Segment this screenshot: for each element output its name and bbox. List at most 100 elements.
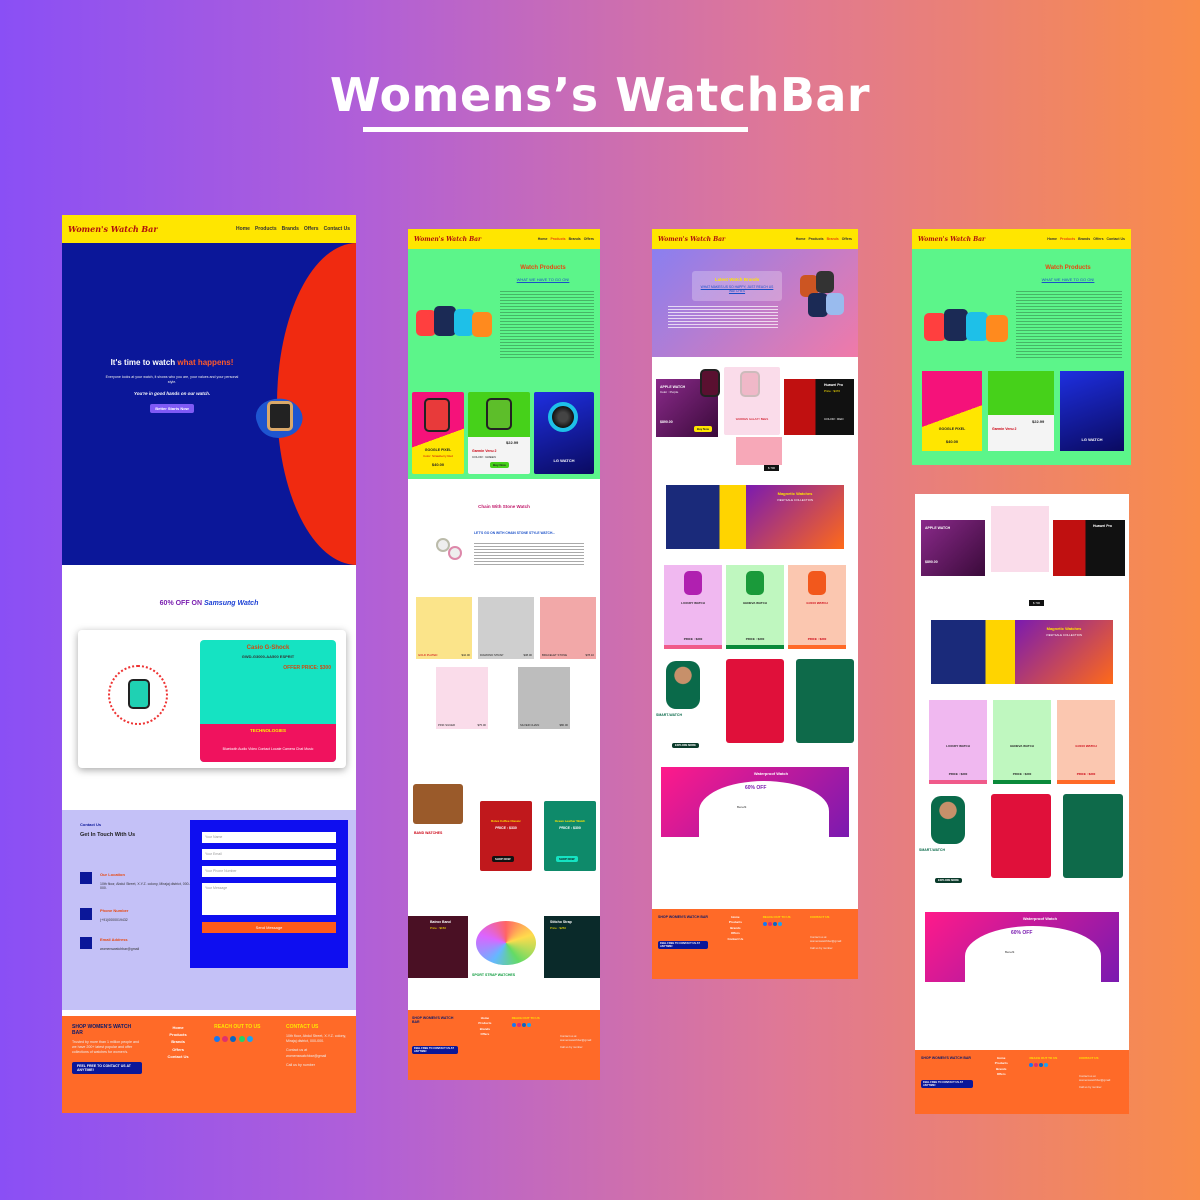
footer-link-offers[interactable]: Offers	[168, 1046, 189, 1053]
smart-card-red[interactable]	[726, 659, 784, 743]
footer-shop-body: Trusted by more than 1 million people an…	[72, 1040, 139, 1055]
product-card-google[interactable]: GOOGLE PIXEL Color: Strawberry Red $40.0…	[412, 392, 464, 474]
linkedin-icon[interactable]	[1039, 1063, 1044, 1067]
product-card-lg[interactable]: LG WATCH	[1060, 371, 1124, 451]
contact-form: Your Name Your Email Your Phone Number Y…	[190, 820, 348, 968]
nav-contact[interactable]: Contact Us	[324, 226, 350, 232]
chain-item-bracelet[interactable]: BRACELET STONE $78.10	[540, 597, 596, 659]
instagram-icon[interactable]	[767, 922, 772, 926]
phone-label: Phone Number	[100, 908, 129, 913]
hero-watch-image	[247, 383, 308, 453]
instagram-icon[interactable]	[516, 1023, 521, 1027]
ocean-card[interactable]: Ocean Leather Watch PRICE : $300 SHOP NO…	[544, 801, 596, 871]
offer-card-title: Casio G-Shock	[246, 645, 290, 651]
linkedin-icon[interactable]	[521, 1023, 526, 1027]
product-card-garmin[interactable]: Garmin Venu 2 $22.99	[988, 371, 1054, 451]
twitter-icon[interactable]	[246, 1036, 253, 1042]
footer-cta[interactable]: FEEL FREE TO CONTACT US AT ANYTIME!	[658, 941, 708, 949]
band-section: BAND WATCHES Rolex Coffee Classic PRICE …	[408, 779, 600, 901]
instagram-icon[interactable]	[1034, 1063, 1039, 1067]
stitcho-card[interactable]: Stitcho Strap Price : $250	[544, 916, 600, 978]
sport-title: SPORT STRAP WATCHES	[472, 973, 516, 977]
email-value: womenswatchbar@gmail	[100, 947, 140, 951]
nav-products[interactable]: Products	[550, 237, 565, 241]
waterproof-title: Waterproof Watch	[753, 771, 789, 776]
product-card-google[interactable]: GOOGLE PIXEL $40.00	[922, 371, 982, 451]
huawei-card[interactable]: Huawei Pro	[1053, 520, 1125, 576]
magnetic-sub: VIEW SALE COLLECTION	[776, 498, 814, 502]
luxury-card[interactable]: LUXURY WATCH PRICE : $300	[929, 700, 987, 784]
field-message[interactable]: Your Message	[202, 883, 336, 915]
geneva-card[interactable]: GENEVA WATCH PRICE : $300	[726, 565, 784, 649]
chain-item-pink[interactable]: PINK SILVER $75.00	[436, 667, 488, 729]
facebook-icon[interactable]	[511, 1023, 516, 1027]
product-card-garmin[interactable]: $22.99 Garmin Venu 2 COLOR : GREEN Buy N…	[468, 392, 530, 474]
facebook-icon[interactable]	[1029, 1063, 1034, 1067]
linkedin-icon[interactable]	[772, 922, 777, 926]
brands-cards: APPLE WATCH $890.00 Huawei Pro $ 700	[915, 494, 1129, 614]
huawei-card[interactable]: Huawei Pro Price : $470 COLOR : RED	[784, 379, 854, 435]
twitter-icon[interactable]	[526, 1023, 531, 1027]
warren-price: $ 700	[1029, 600, 1044, 606]
field-phone[interactable]: Your Phone Number	[202, 866, 336, 877]
nav-home[interactable]: Home	[538, 237, 548, 241]
footer-link-products[interactable]: Products	[168, 1031, 189, 1038]
apple-card[interactable]: APPLE WATCH $890.00	[921, 520, 985, 576]
warren-card[interactable]: WARREN GALAXY BEES	[724, 367, 780, 435]
field-name[interactable]: Your Name	[202, 832, 336, 843]
offer-card: Casio G-Shock GWD-G3000-AA500 ESPRIT OFF…	[78, 630, 346, 768]
rolex-card[interactable]: Rolex Coffee Classic PRICE : $330 SHOP N…	[480, 801, 532, 871]
nav-home[interactable]: Home	[236, 226, 250, 232]
waterproof-banner[interactable]: Waterproof Watch 60% OFF Benefit	[925, 912, 1119, 986]
geneva-card[interactable]: GENEVA WATCH PRICE : $300	[993, 700, 1051, 784]
magnetic-banner[interactable]: Magnetic Watches VIEW SALE COLLECTION	[931, 620, 1113, 684]
hero-title-a: It's time to watch	[110, 358, 176, 367]
product-card-lg[interactable]: LG WATCH	[534, 392, 594, 474]
luxury-card[interactable]: LUXURY WATCH PRICE : $300	[664, 565, 722, 649]
twitter-icon[interactable]	[1044, 1063, 1049, 1067]
footer-cta[interactable]: FEEL FREE TO CONTACT US AT ANYTIME!	[412, 1046, 458, 1054]
smart-card-green[interactable]	[796, 659, 854, 743]
instagram-icon[interactable]	[222, 1036, 229, 1042]
smart-card-red[interactable]	[991, 794, 1051, 878]
batrox-card[interactable]: Batrox Band Price : $150	[408, 916, 468, 978]
gucci-card[interactable]: GUCCI WATCH PRICE : $300	[788, 565, 846, 649]
field-email[interactable]: Your Email	[202, 849, 336, 860]
nav-products[interactable]: Products	[255, 226, 277, 232]
magnetic-banner[interactable]: Magnetic Watches VIEW SALE COLLECTION	[666, 485, 844, 549]
mockup-home: Women's Watch Bar Home Products Brands O…	[62, 215, 356, 1113]
chain-item-diamond[interactable]: DIAMOND STRAP $38.00	[478, 597, 534, 659]
nav-offers[interactable]: Offers	[304, 226, 319, 232]
linkedin-icon[interactable]	[230, 1036, 237, 1042]
smart-card-green[interactable]	[1063, 794, 1123, 878]
footer-link-brands[interactable]: Brands	[168, 1038, 189, 1045]
style-cards: LUXURY WATCH PRICE : $300 GENEVA WATCH P…	[652, 555, 858, 649]
apple-buy[interactable]: Buy Now	[694, 426, 712, 432]
nav-brands[interactable]: Brands	[282, 226, 299, 232]
email-icon	[80, 937, 92, 949]
location-icon	[80, 872, 92, 884]
offer-title: 60% OFF ON Samsung Watch	[159, 600, 259, 607]
warren-card[interactable]	[991, 506, 1049, 572]
footer-link-home[interactable]: Home	[168, 1024, 189, 1031]
hero-button[interactable]: Better Starts Now	[150, 404, 194, 414]
waterproof-banner[interactable]: Waterproof Watch 60% OFF Benefit	[661, 767, 849, 841]
footer-cta[interactable]: FEEL FREE TO CONTACT US AT ANYTIME!	[72, 1061, 142, 1074]
chain-item-silver[interactable]: SILVER CHAIN $80.00	[518, 667, 570, 729]
phone-icon	[80, 908, 92, 920]
chain-item-gold[interactable]: GOLD PLATED $42.00	[416, 597, 472, 659]
footer-link-contact[interactable]: Contact Us	[168, 1053, 189, 1060]
explore-button[interactable]: EXPLORE MORE	[672, 743, 699, 748]
whatsapp-icon[interactable]	[238, 1036, 245, 1042]
nav-brands[interactable]: Brands	[569, 237, 581, 241]
nav-offers[interactable]: Offers	[584, 237, 594, 241]
logo[interactable]: Women's Watch Bar	[658, 236, 725, 243]
twitter-icon[interactable]	[777, 922, 782, 926]
gucci-card[interactable]: GUCCI WATCH PRICE : $300	[1057, 700, 1115, 784]
facebook-icon[interactable]	[214, 1036, 221, 1042]
logo[interactable]: Women's Watch Bar	[414, 236, 481, 243]
facebook-icon[interactable]	[762, 922, 767, 926]
send-button[interactable]: Send Message	[202, 922, 336, 933]
logo[interactable]: Women's Watch Bar	[68, 224, 158, 234]
brands-hero: Latest Watch Brands WHAT MAKES US SO HAP…	[652, 249, 858, 357]
